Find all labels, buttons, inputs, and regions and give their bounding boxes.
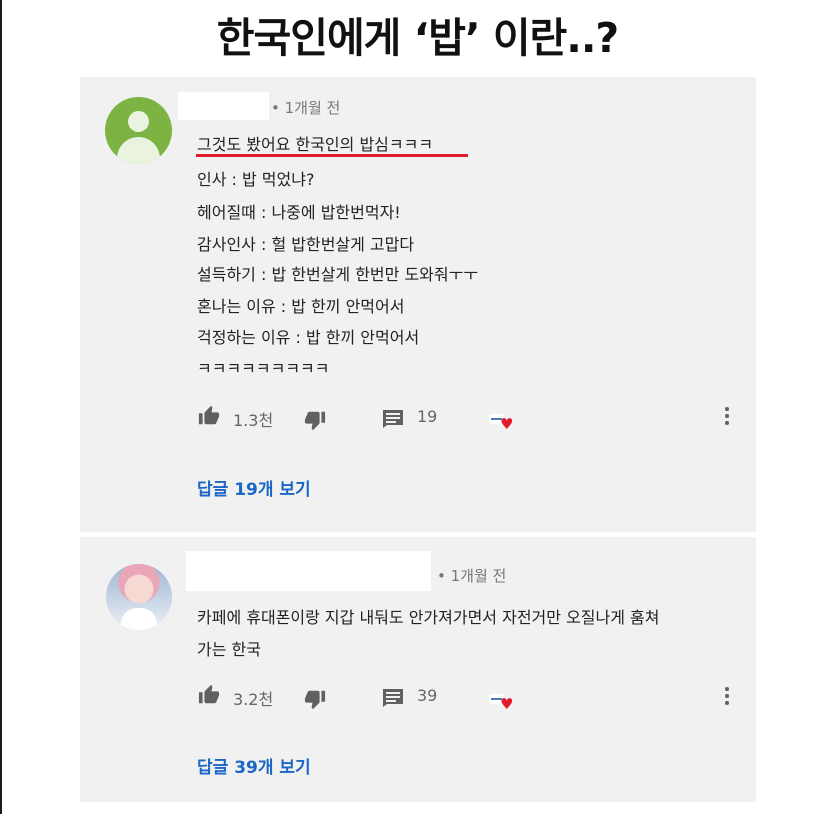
like-count: 3.2천 [233,690,274,709]
thumbs-up-icon[interactable] [197,684,221,706]
comment-time: • 1개월 전 [271,99,341,117]
comment-line: ㅋㅋㅋㅋㅋㅋㅋㅋㅋ [197,359,330,378]
reply-count: 19 [417,407,438,426]
more-dot [725,421,729,425]
like-count: 1.3천 [233,411,274,430]
avatar-head [128,111,149,132]
comment-icon[interactable] [382,688,404,708]
comment-line: 가는 한국 [197,640,261,659]
comment-line: 카페에 휴대폰이랑 지갑 내둬도 안가져가면서 자전거만 오질나게 훔쳐 [197,608,660,627]
view-replies-link[interactable]: 답글 19개 보기 [197,475,311,500]
comment-line: 설득하기 : 밥 한번살게 한번만 도와줘ㅜㅜ [197,265,479,284]
username-redacted [178,92,269,120]
heart-icon: ♥ [500,415,514,433]
more-vert-icon[interactable] [725,407,729,428]
thumbs-down-icon[interactable] [303,688,327,710]
username-redacted [186,551,431,591]
more-dot [725,407,729,411]
more-dot [725,701,729,705]
comment-line: 인사 : 밥 먹었냐? [197,170,315,189]
view-replies-link[interactable]: 답글 39개 보기 [197,753,311,778]
headline: 한국인에게 ‘밥’ 이란..? [216,14,619,62]
more-dot [725,687,729,691]
comment-line: 그것도 봤어요 한국인의 밥심ㅋㅋㅋ [197,135,434,154]
heart-icon: ♥ [500,695,514,713]
comment-line: 혼나는 이유 : 밥 한끼 안먹어서 [197,297,405,316]
comment-line: 헤어질때 : 나중에 밥한번먹자! [197,203,401,222]
thumbs-down-icon[interactable] [303,409,327,431]
avatar-shirt [121,608,157,630]
more-dot [725,414,729,418]
avatar-shoulders [117,137,160,164]
comment-icon[interactable] [382,409,404,429]
reply-count: 39 [417,686,438,705]
more-vert-icon[interactable] [725,687,729,708]
avatar[interactable] [105,97,172,164]
comment-time: • 1개월 전 [437,567,507,585]
comment-line: 걱정하는 이유 : 밥 한끼 안먹어서 [197,328,420,347]
avatar[interactable] [106,564,172,630]
frame-edge [0,0,2,814]
highlight-underline [196,154,468,157]
thumbs-up-icon[interactable] [197,405,221,427]
comment-line: 감사인사 : 헐 밥한번살게 고맙다 [197,235,415,254]
more-dot [725,694,729,698]
